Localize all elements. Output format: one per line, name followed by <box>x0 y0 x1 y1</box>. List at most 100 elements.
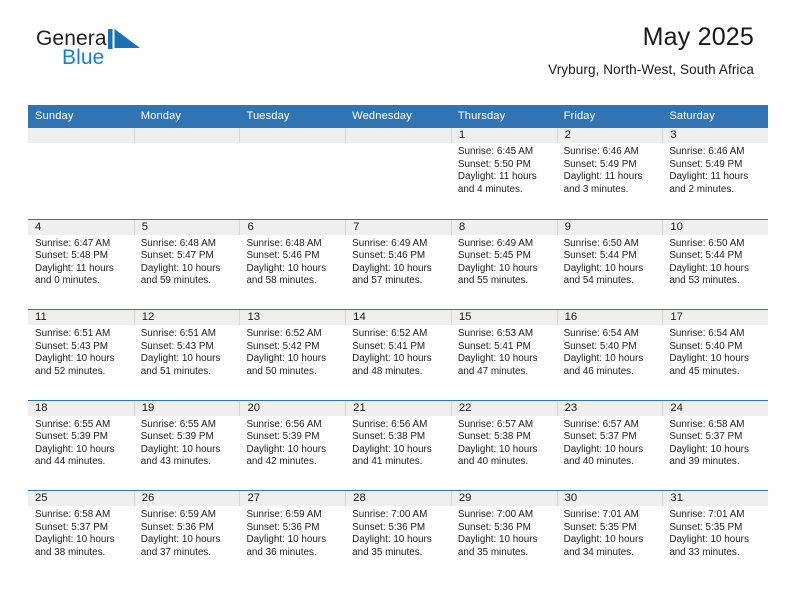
daylight-text-line1: Daylight: 11 hours <box>457 171 537 183</box>
sunset-text: Sunset: 5:40 PM <box>563 340 637 352</box>
sunset-text: Sunset: 5:37 PM <box>35 521 109 533</box>
calendar-day-cell[interactable]: 10 Sunrise: 6:50 AM Sunset: 5:44 PM Dayligh… <box>662 219 769 309</box>
calendar-day-cell[interactable]: 22 Sunrise: 6:57 AM Sunset: 5:38 PM Dayligh… <box>450 400 557 490</box>
day-sun-info: Sunrise: 6:54 AM Sunset: 5:40 PM Daylight:… <box>662 325 768 378</box>
sunrise-text: Sunrise: 6:50 AM <box>563 237 639 249</box>
calendar-day-cell[interactable]: 19 Sunrise: 6:55 AM Sunset: 5:39 PM Dayligh… <box>133 400 240 490</box>
daylight-text-line2: and 0 minutes. <box>35 275 100 287</box>
calendar-day-cell[interactable]: 18 Sunrise: 6:55 AM Sunset: 5:39 PM Dayligh… <box>28 400 134 490</box>
calendar-day-cell[interactable]: 30 Sunrise: 7:01 AM Sunset: 5:35 PM Dayligh… <box>556 491 663 581</box>
sunrise-text: Sunrise: 6:57 AM <box>457 418 534 430</box>
day-number-band: 28 <box>345 491 451 506</box>
sunrise-text: Sunrise: 6:50 AM <box>669 237 745 249</box>
daylight-text-line1: Daylight: 10 hours <box>563 534 644 546</box>
daylight-text-line1: Daylight: 10 hours <box>352 443 432 455</box>
sunset-text: Sunset: 5:39 PM <box>140 431 214 443</box>
daylight-text-line2: and 55 minutes. <box>457 275 529 287</box>
calendar-day-cell[interactable]: 29 Sunrise: 7:00 AM Sunset: 5:36 PM Dayligh… <box>450 491 557 581</box>
day-number: 7 <box>353 220 360 233</box>
calendar-day-cell[interactable]: 17 Sunrise: 6:54 AM Sunset: 5:40 PM Dayligh… <box>662 310 769 400</box>
sunrise-text: Sunrise: 6:49 AM <box>352 237 428 249</box>
sunrise-text: Sunrise: 6:54 AM <box>563 328 639 339</box>
calendar-day-cell[interactable]: 6 Sunrise: 6:48 AM Sunset: 5:46 PM Daylight… <box>239 219 346 309</box>
sunset-text: Sunset: 5:39 PM <box>246 431 320 443</box>
calendar-day-cell[interactable]: 11 Sunrise: 6:51 AM Sunset: 5:43 PM Dayligh… <box>28 310 134 400</box>
daylight-text-line1: Daylight: 10 hours <box>246 353 327 365</box>
daylight-text-line1: Daylight: 10 hours <box>35 443 115 455</box>
calendar-day-cell[interactable]: 5 Sunrise: 6:48 AM Sunset: 5:47 PM Daylight… <box>133 219 240 309</box>
logo-text-blue: Blue <box>62 46 105 69</box>
calendar-day-cell[interactable]: 9 Sunrise: 6:50 AM Sunset: 5:44 PM Daylight… <box>556 219 663 309</box>
sunset-text: Sunset: 5:38 PM <box>457 431 531 443</box>
day-number: 3 <box>670 129 677 141</box>
calendar-day-cell[interactable]: 25 Sunrise: 6:58 AM Sunset: 5:37 PM Dayligh… <box>28 491 134 581</box>
sunset-text: Sunset: 5:39 PM <box>35 431 109 443</box>
sunrise-text: Sunrise: 7:00 AM <box>352 509 428 520</box>
day-number-band: 11 <box>28 310 134 325</box>
weekday-header-sunday: Sunday <box>35 110 74 122</box>
day-number-band: 25 <box>28 491 134 506</box>
day-number-band: 4 <box>28 219 134 235</box>
calendar-day-cell[interactable]: 16 Sunrise: 6:54 AM Sunset: 5:40 PM Dayligh… <box>556 310 663 400</box>
general-blue-logo[interactable]: General Blue <box>36 28 148 74</box>
daylight-text-line2: and 41 minutes. <box>352 456 423 468</box>
calendar-day-cell[interactable]: 2 Sunrise: 6:46 AM Sunset: 5:49 PM Daylight… <box>556 128 663 219</box>
calendar-day-cell[interactable]: 1 Sunrise: 6:45 AM Sunset: 5:50 PM Daylight… <box>450 128 557 219</box>
calendar-day-cell[interactable]: 27 Sunrise: 6:59 AM Sunset: 5:36 PM Dayligh… <box>239 491 346 581</box>
day-number-band: 27 <box>239 491 346 506</box>
day-number-band: 17 <box>662 310 769 325</box>
sunset-text: Sunset: 5:43 PM <box>35 340 109 352</box>
daylight-text-line2: and 46 minutes. <box>563 365 634 377</box>
daylight-text-line1: Daylight: 10 hours <box>669 443 749 455</box>
page-subtitle: Vryburg, North-West, South Africa <box>548 62 754 77</box>
sunrise-text: Sunrise: 6:59 AM <box>140 509 216 520</box>
calendar-day-cell[interactable]: 26 Sunrise: 6:59 AM Sunset: 5:36 PM Dayligh… <box>133 491 240 581</box>
page-title: May 2025 <box>642 23 754 51</box>
sunset-text: Sunset: 5:44 PM <box>563 250 637 262</box>
day-number: 31 <box>670 492 683 504</box>
day-number-band: 31 <box>662 491 769 506</box>
day-sun-info: Sunrise: 7:01 AM Sunset: 5:35 PM Daylight:… <box>662 506 768 559</box>
sunset-text: Sunset: 5:48 PM <box>35 250 109 262</box>
calendar-day-cell[interactable]: 13 Sunrise: 6:52 AM Sunset: 5:42 PM Dayligh… <box>239 310 346 400</box>
calendar-day-cell[interactable]: 23 Sunrise: 6:57 AM Sunset: 5:37 PM Dayligh… <box>556 400 663 490</box>
day-number-band <box>239 128 346 143</box>
day-number-band: 1 <box>450 128 557 143</box>
calendar-day-cell[interactable]: 24 Sunrise: 6:58 AM Sunset: 5:37 PM Dayligh… <box>662 400 769 490</box>
calendar-day-cell[interactable]: 3 Sunrise: 6:46 AM Sunset: 5:49 PM Daylight… <box>662 128 769 219</box>
calendar-day-cell[interactable]: 31 Sunrise: 7:01 AM Sunset: 5:35 PM Dayligh… <box>662 491 769 581</box>
daylight-text-line1: Daylight: 10 hours <box>563 262 644 274</box>
calendar-day-cell[interactable]: 7 Sunrise: 6:49 AM Sunset: 5:46 PM Daylight… <box>345 219 451 309</box>
day-sun-info: Sunrise: 6:58 AM Sunset: 5:37 PM Daylight:… <box>28 506 134 559</box>
calendar-day-cell[interactable]: 15 Sunrise: 6:53 AM Sunset: 5:41 PM Dayligh… <box>450 310 557 400</box>
sunrise-text: Sunrise: 6:46 AM <box>669 146 745 157</box>
day-number-band: 6 <box>239 219 346 235</box>
calendar-day-cell[interactable]: 14 Sunrise: 6:52 AM Sunset: 5:41 PM Dayligh… <box>345 310 451 400</box>
day-number-band: 29 <box>450 491 557 506</box>
day-number-band: 19 <box>133 400 240 416</box>
sunrise-text: Sunrise: 6:47 AM <box>35 237 111 249</box>
day-number-band: 16 <box>556 310 663 325</box>
calendar-day-cell[interactable]: 4 Sunrise: 6:47 AM Sunset: 5:48 PM Daylight… <box>28 219 134 309</box>
weekday-header-thursday: Thursday <box>457 110 506 122</box>
sunset-text: Sunset: 5:36 PM <box>246 521 320 533</box>
sunset-text: Sunset: 5:38 PM <box>352 431 426 443</box>
daylight-text-line2: and 38 minutes. <box>35 546 106 558</box>
day-sun-info: Sunrise: 6:59 AM Sunset: 5:36 PM Daylight:… <box>134 506 240 559</box>
day-sun-info: Sunrise: 6:57 AM Sunset: 5:37 PM Daylight:… <box>557 416 663 469</box>
day-number-band: 9 <box>556 219 663 235</box>
day-number: 24 <box>670 401 683 414</box>
daylight-text-line1: Daylight: 10 hours <box>352 262 432 274</box>
calendar-day-cell[interactable]: 28 Sunrise: 7:00 AM Sunset: 5:36 PM Dayligh… <box>345 491 451 581</box>
calendar-day-cell[interactable]: 20 Sunrise: 6:56 AM Sunset: 5:39 PM Dayligh… <box>239 400 346 490</box>
daylight-text-line1: Daylight: 10 hours <box>35 353 115 365</box>
daylight-text-line1: Daylight: 10 hours <box>352 534 432 546</box>
sunset-text: Sunset: 5:50 PM <box>457 158 531 170</box>
day-sun-info: Sunrise: 6:54 AM Sunset: 5:40 PM Daylight:… <box>557 325 663 378</box>
calendar-day-cell[interactable]: 21 Sunrise: 6:56 AM Sunset: 5:38 PM Dayligh… <box>345 400 451 490</box>
calendar-day-cell[interactable]: 12 Sunrise: 6:51 AM Sunset: 5:43 PM Dayligh… <box>133 310 240 400</box>
calendar-day-cell[interactable]: 8 Sunrise: 6:49 AM Sunset: 5:45 PM Daylight… <box>450 219 557 309</box>
day-sun-info: Sunrise: 6:58 AM Sunset: 5:37 PM Daylight:… <box>662 416 768 469</box>
daylight-text-line2: and 44 minutes. <box>35 456 106 468</box>
day-sun-info: Sunrise: 7:00 AM Sunset: 5:36 PM Daylight:… <box>345 506 451 559</box>
